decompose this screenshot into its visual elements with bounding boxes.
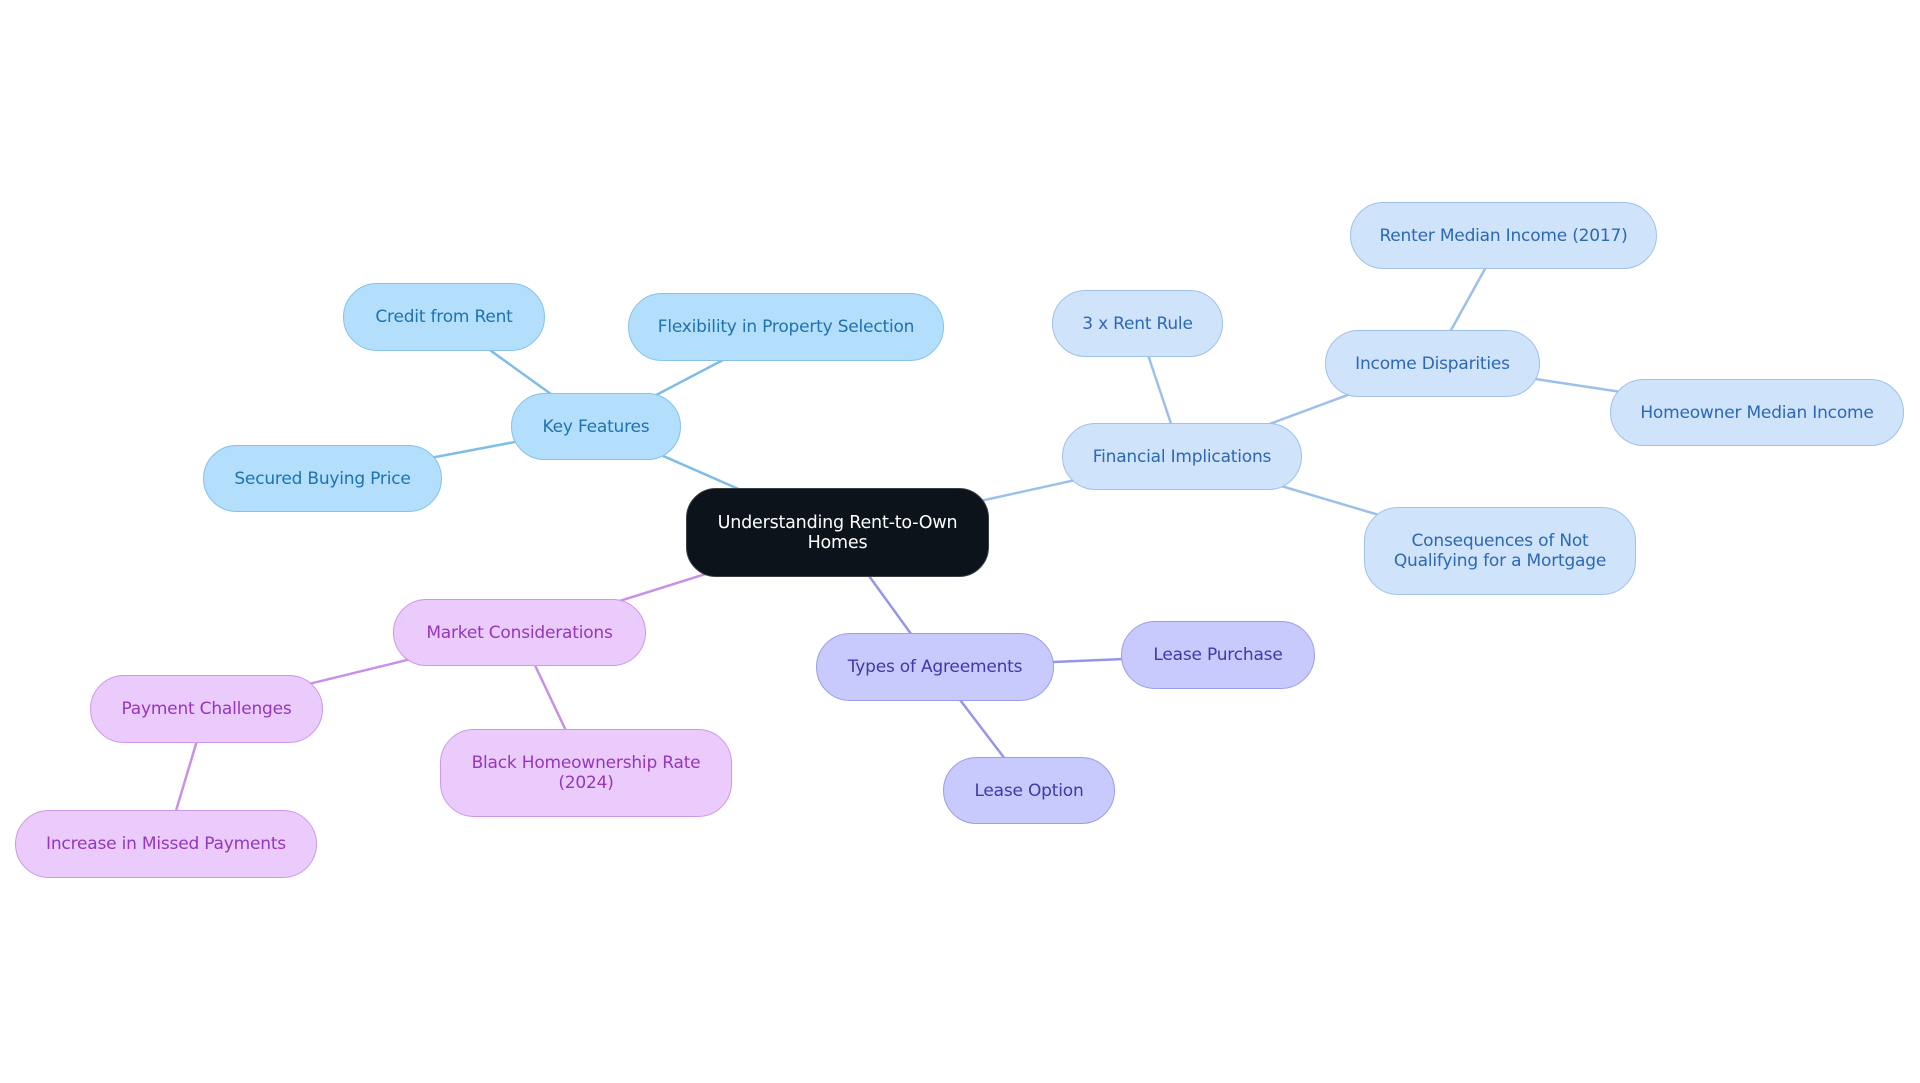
- node-lease-option[interactable]: Lease Option: [943, 757, 1115, 824]
- node-credit-from-rent[interactable]: Credit from Rent: [343, 283, 545, 351]
- node-flexibility-in-property-selection[interactable]: Flexibility in Property Selection: [628, 293, 944, 361]
- node-label: Market Considerations: [426, 622, 613, 643]
- node-secured-buying-price[interactable]: Secured Buying Price: [203, 445, 442, 512]
- root-node[interactable]: Understanding Rent-to-Own Homes: [686, 488, 989, 577]
- node-label: Types of Agreements: [847, 657, 1023, 677]
- node-label: 3 x Rent Rule: [1082, 313, 1193, 334]
- node-homeowner-median-income[interactable]: Homeowner Median Income: [1610, 379, 1904, 446]
- node-renter-median-income[interactable]: Renter Median Income (2017): [1350, 202, 1657, 269]
- node-market-considerations[interactable]: Market Considerations: [393, 599, 646, 666]
- node-label: Flexibility in Property Selection: [657, 317, 915, 337]
- node-label: Income Disparities: [1355, 353, 1510, 374]
- node-consequences-of-not-qualifying[interactable]: Consequences of Not Qualifying for a Mor…: [1364, 507, 1636, 595]
- node-label: Lease Purchase: [1153, 645, 1283, 665]
- node-types-of-agreements[interactable]: Types of Agreements: [816, 633, 1054, 701]
- node-increase-in-missed-payments[interactable]: Increase in Missed Payments: [15, 810, 317, 878]
- node-income-disparities[interactable]: Income Disparities: [1325, 330, 1540, 397]
- node-label: Payment Challenges: [121, 699, 292, 719]
- node-key-features[interactable]: Key Features: [511, 393, 681, 460]
- node-label: Black Homeownership Rate (2024): [471, 753, 701, 793]
- node-label: Increase in Missed Payments: [46, 834, 286, 854]
- node-label: Renter Median Income (2017): [1379, 225, 1628, 246]
- node-financial-implications[interactable]: Financial Implications: [1062, 423, 1302, 490]
- node-label: Financial Implications: [1092, 446, 1272, 467]
- node-lease-purchase[interactable]: Lease Purchase: [1121, 621, 1315, 689]
- node-payment-challenges[interactable]: Payment Challenges: [90, 675, 323, 743]
- node-3x-rent-rule[interactable]: 3 x Rent Rule: [1052, 290, 1223, 357]
- node-label: Credit from Rent: [375, 307, 513, 327]
- node-label: Secured Buying Price: [234, 468, 411, 489]
- node-label: Lease Option: [974, 780, 1084, 801]
- node-label: Homeowner Median Income: [1640, 402, 1874, 423]
- root-node-label: Understanding Rent-to-Own Homes: [717, 512, 958, 553]
- node-label: Consequences of Not Qualifying for a Mor…: [1393, 531, 1607, 571]
- node-label: Key Features: [542, 416, 650, 437]
- node-black-homeownership-rate[interactable]: Black Homeownership Rate (2024): [440, 729, 732, 817]
